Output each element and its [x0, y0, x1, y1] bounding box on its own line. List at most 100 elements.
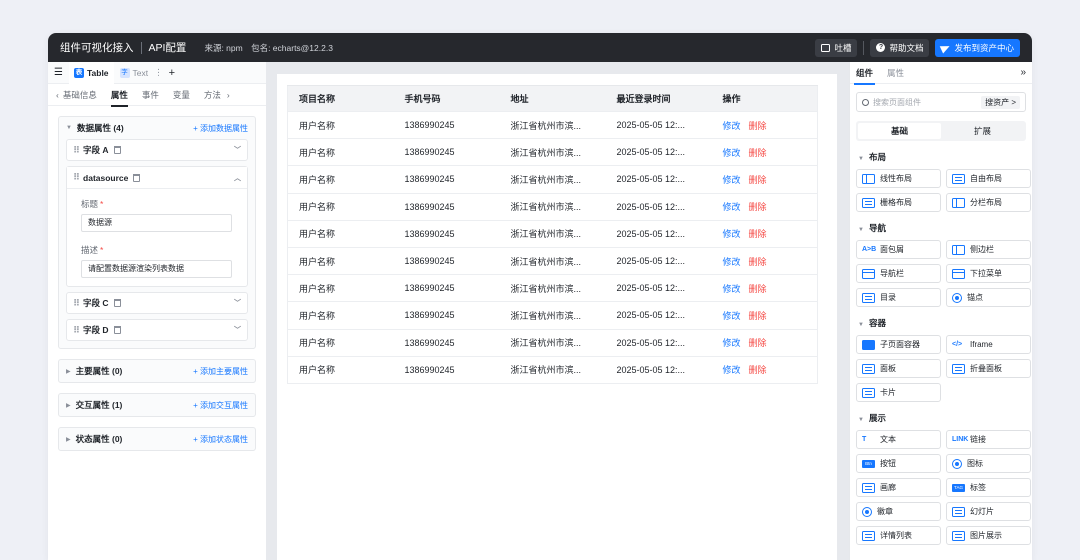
component-item[interactable]: 卡片 [856, 383, 941, 402]
category-header[interactable]: ▼ 布局 [850, 141, 1032, 169]
trash-icon[interactable] [113, 146, 121, 154]
subtab-basic[interactable]: 基础信息 [63, 89, 97, 101]
component-item[interactable]: T 文本 [856, 430, 941, 449]
component-item[interactable]: 子页面容器 [856, 335, 941, 354]
help-docs-button[interactable]: ? 帮助文档 [870, 38, 930, 57]
category-header[interactable]: ▼ 容器 [850, 307, 1032, 335]
search-assets-button[interactable]: 搜资产 > [981, 95, 1020, 109]
delete-link[interactable]: 删除 [749, 257, 767, 267]
edit-link[interactable]: 修改 [723, 284, 741, 294]
tab-text[interactable]: 字 Text ⋮ [119, 67, 163, 78]
add-main-prop-link[interactable]: + 添加主要属性 [193, 366, 248, 377]
chevron-down-icon[interactable]: ﹀ [234, 145, 241, 155]
collapse-panel-icon[interactable]: » [1020, 67, 1026, 78]
component-item[interactable]: 锚点 [946, 288, 1031, 307]
drag-handle-icon[interactable]: ⠿ [73, 325, 80, 336]
feedback-button[interactable]: 吐槽 [815, 38, 858, 57]
table-icon: 表 [73, 67, 84, 78]
component-item[interactable]: 分栏布局 [946, 193, 1031, 212]
component-item[interactable]: 栅格布局 [856, 193, 941, 212]
component-item[interactable]: 折叠面板 [946, 359, 1031, 378]
drag-handle-icon[interactable]: ⠿ [73, 298, 80, 309]
delete-link[interactable]: 删除 [749, 284, 767, 294]
component-txt-icon: A>B [862, 245, 877, 253]
trash-icon[interactable] [113, 299, 121, 307]
more-icon[interactable]: ⋮ [154, 67, 163, 78]
add-state-prop-link[interactable]: + 添加状态属性 [193, 434, 248, 445]
segment-basic[interactable]: 基础 [858, 123, 941, 139]
field-c[interactable]: ⠿ 字段 C ﹀ [66, 292, 248, 314]
component-item[interactable]: 自由布局 [946, 169, 1031, 188]
component-item[interactable]: 图标 [946, 454, 1031, 473]
component-item[interactable]: 面板 [856, 359, 941, 378]
subtab-vars[interactable]: 变量 [173, 89, 190, 101]
edit-link[interactable]: 修改 [723, 202, 741, 212]
data-table[interactable]: 项目名称 手机号码 地址 最近登录时间 操作 用户名称 1386990245 浙江省… [287, 85, 818, 384]
tab-components[interactable]: 组件 [853, 67, 876, 85]
edit-link[interactable]: 修改 [723, 365, 741, 375]
edit-link[interactable]: 修改 [723, 257, 741, 267]
subtab-methods[interactable]: 方法 [204, 89, 221, 101]
delete-link[interactable]: 删除 [749, 311, 767, 321]
data-props-header[interactable]: ▼ 数据属性 (4) + 添加数据属性 [59, 117, 255, 139]
component-item[interactable]: </> Iframe [946, 335, 1031, 354]
segment-extended[interactable]: 扩展 [941, 123, 1024, 139]
trash-icon[interactable] [113, 326, 121, 334]
chevron-up-icon[interactable]: ︿ [234, 173, 241, 183]
delete-link[interactable]: 删除 [749, 365, 767, 375]
component-item[interactable]: 下拉菜单 [946, 264, 1031, 283]
component-item[interactable]: 徽章 [856, 502, 941, 521]
component-item[interactable]: 线性布局 [856, 169, 941, 188]
delete-link[interactable]: 删除 [749, 148, 767, 158]
delete-link[interactable]: 删除 [749, 175, 767, 185]
field-d[interactable]: ⠿ 字段 D ﹀ [66, 319, 248, 341]
component-item[interactable]: LINK 链接 [946, 430, 1031, 449]
delete-link[interactable]: 删除 [749, 338, 767, 348]
edit-link[interactable]: 修改 [723, 338, 741, 348]
component-item[interactable]: TAG 标签 [946, 478, 1031, 497]
edit-link[interactable]: 修改 [723, 175, 741, 185]
component-item[interactable]: 导航栏 [856, 264, 941, 283]
chevron-down-icon[interactable]: ﹀ [234, 325, 241, 335]
edit-link[interactable]: 修改 [723, 148, 741, 158]
component-search[interactable]: 搜索页面组件 搜资产 > [856, 92, 1026, 112]
component-item[interactable]: 图片展示 [946, 526, 1031, 545]
component-item[interactable]: A>B 面包屑 [856, 240, 941, 259]
drag-handle-icon[interactable]: ⠿ [73, 145, 80, 156]
component-item[interactable]: 幻灯片 [946, 502, 1031, 521]
field-datasource-header[interactable]: ⠿ datasource ︿ [67, 167, 247, 189]
category-header[interactable]: ▼ 导航 [850, 212, 1032, 240]
interaction-props-header[interactable]: ▶ 交互属性 (1) + 添加交互属性 [59, 394, 255, 416]
edit-link[interactable]: 修改 [723, 121, 741, 131]
drag-handle-icon[interactable]: ⠿ [73, 172, 80, 183]
tab-table[interactable]: 表 Table [68, 61, 114, 84]
component-item[interactable]: Btn 按钮 [856, 454, 941, 473]
component-item[interactable]: 侧边栏 [946, 240, 1031, 259]
component-item[interactable]: 画廊 [856, 478, 941, 497]
field-a[interactable]: ⠿ 字段 A ﹀ [66, 139, 248, 161]
prev-tab-icon[interactable]: ‹ [56, 90, 59, 100]
component-item[interactable]: 详情列表 [856, 526, 941, 545]
main-props-header[interactable]: ▶ 主要属性 (0) + 添加主要属性 [59, 360, 255, 382]
subtab-props[interactable]: 属性 [110, 89, 128, 107]
add-data-prop-link[interactable]: + 添加数据属性 [193, 123, 248, 134]
trash-icon[interactable] [133, 173, 141, 182]
chevron-down-icon[interactable]: ﹀ [234, 298, 241, 308]
add-interaction-prop-link[interactable]: + 添加交互属性 [193, 400, 248, 411]
menu-icon[interactable]: ☰ [54, 67, 63, 78]
component-item[interactable]: 目录 [856, 288, 941, 307]
edit-link[interactable]: 修改 [723, 229, 741, 239]
subtab-events[interactable]: 事件 [142, 89, 159, 101]
next-tab-icon[interactable]: › [227, 90, 230, 100]
tab-properties[interactable]: 属性 [887, 67, 904, 79]
publish-button[interactable]: 发布到资产中心 [935, 38, 1020, 57]
desc-input[interactable]: 请配置数据源渲染列表数据 [81, 260, 232, 278]
edit-link[interactable]: 修改 [723, 311, 741, 321]
state-props-header[interactable]: ▶ 状态属性 (0) + 添加状态属性 [59, 428, 255, 450]
delete-link[interactable]: 删除 [749, 202, 767, 212]
category-header[interactable]: ▼ 展示 [850, 402, 1032, 430]
delete-link[interactable]: 删除 [749, 229, 767, 239]
add-tab-button[interactable]: + [169, 67, 175, 79]
title-input[interactable]: 数据源 [81, 214, 232, 232]
delete-link[interactable]: 删除 [749, 121, 767, 131]
